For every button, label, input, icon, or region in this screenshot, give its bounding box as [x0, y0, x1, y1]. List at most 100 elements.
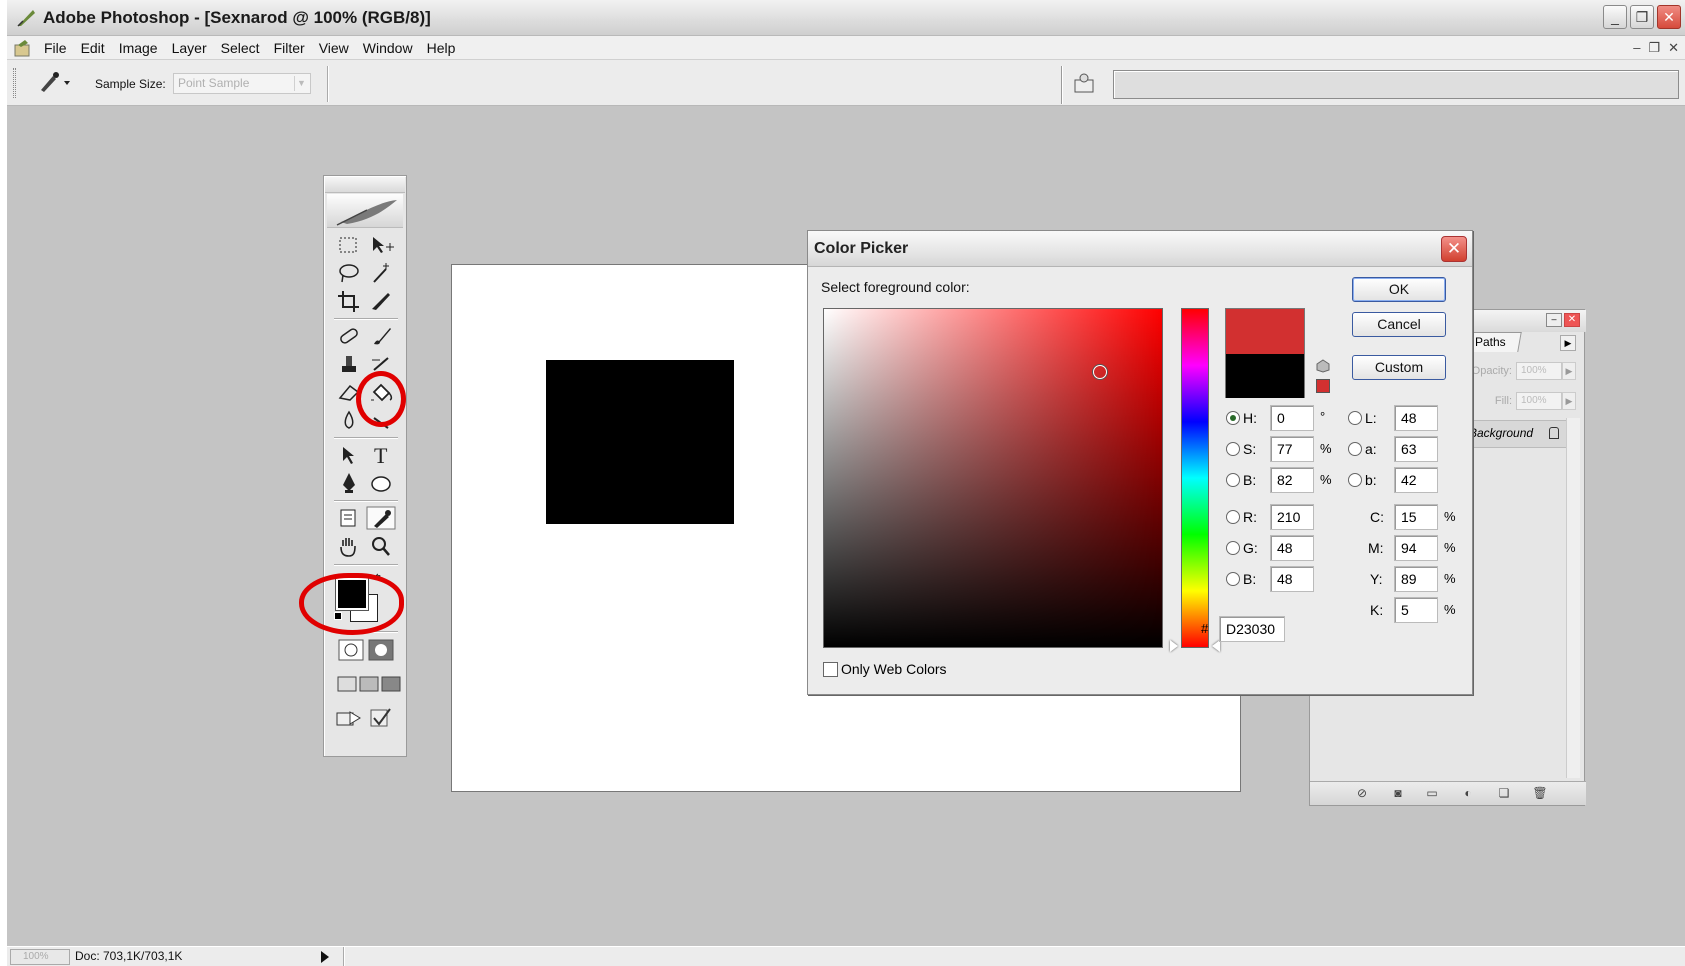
menu-image[interactable]: Image: [112, 40, 165, 56]
close-icon[interactable]: ✕: [1441, 236, 1467, 262]
opacity-field[interactable]: 100%: [1516, 362, 1562, 380]
color-field[interactable]: [823, 308, 1163, 648]
clone-stamp-icon[interactable]: [334, 352, 364, 376]
lasso-tool-icon[interactable]: [334, 261, 364, 285]
checkmark-icon[interactable]: [366, 706, 396, 730]
options-grip[interactable]: [13, 68, 16, 98]
cancel-button[interactable]: Cancel: [1352, 312, 1446, 337]
status-menu-arrow-icon[interactable]: [321, 951, 329, 963]
blue-radio[interactable]: [1226, 572, 1240, 586]
palette-well[interactable]: [1113, 70, 1679, 99]
menu-help[interactable]: Help: [420, 40, 463, 56]
photoshop-feather-icon[interactable]: [327, 194, 403, 228]
palette-minimize-button[interactable]: –: [1546, 313, 1562, 327]
notes-tool-icon[interactable]: [334, 506, 364, 530]
adjustment-layer-icon[interactable]: ◐: [1460, 786, 1476, 800]
zoom-tool-icon[interactable]: [366, 534, 396, 558]
menu-filter[interactable]: Filter: [267, 40, 312, 56]
menu-file[interactable]: File: [37, 40, 74, 56]
move-tool-icon[interactable]: [366, 233, 396, 257]
menu-select[interactable]: Select: [214, 40, 267, 56]
toolbox-titlebar[interactable]: [325, 177, 405, 193]
hand-tool-icon[interactable]: [334, 534, 364, 558]
lightness-radio[interactable]: [1348, 411, 1362, 425]
lab-a-field[interactable]: 63: [1394, 436, 1438, 462]
zoom-field[interactable]: 100%: [10, 949, 70, 965]
standard-screen-icon[interactable]: [332, 672, 357, 696]
blue-radio-row[interactable]: B:: [1226, 566, 1256, 592]
hue-field[interactable]: 0: [1270, 405, 1314, 431]
green-radio[interactable]: [1226, 541, 1240, 555]
jump-to-imageready-icon[interactable]: [334, 706, 364, 730]
chevron-right-icon[interactable]: ▶: [1562, 362, 1576, 380]
hex-field[interactable]: D23030: [1219, 616, 1285, 642]
menu-window[interactable]: Window: [356, 40, 420, 56]
lab-a-radio-row[interactable]: a:: [1348, 436, 1377, 462]
hue-slider[interactable]: [1181, 308, 1209, 648]
restore-button[interactable]: ❐: [1630, 5, 1654, 29]
palette-close-button[interactable]: ✕: [1564, 313, 1580, 327]
saturation-field[interactable]: 77: [1270, 436, 1314, 462]
new-group-icon[interactable]: ▭: [1424, 786, 1440, 800]
lab-b-radio-row[interactable]: b:: [1348, 467, 1377, 493]
menu-edit[interactable]: Edit: [74, 40, 112, 56]
hue-radio[interactable]: [1226, 411, 1240, 425]
saturation-radio[interactable]: [1226, 442, 1240, 456]
path-selection-icon[interactable]: [334, 443, 364, 467]
layers-scrollbar[interactable]: [1566, 418, 1580, 778]
minimize-button[interactable]: _: [1603, 5, 1627, 29]
green-field[interactable]: 48: [1270, 535, 1314, 561]
type-tool-icon[interactable]: T: [366, 443, 396, 468]
new-layer-icon[interactable]: ❏: [1496, 786, 1512, 800]
ok-button[interactable]: OK: [1352, 277, 1446, 302]
ellipse-tool-icon[interactable]: [366, 471, 396, 495]
green-radio-row[interactable]: G:: [1226, 535, 1258, 561]
crop-tool-icon[interactable]: [334, 289, 364, 313]
menu-layer[interactable]: Layer: [165, 40, 214, 56]
custom-button[interactable]: Custom: [1352, 355, 1446, 380]
document-icon[interactable]: [13, 39, 33, 57]
trash-icon[interactable]: 🗑: [1532, 786, 1548, 800]
gamut-swatch[interactable]: [1316, 379, 1330, 393]
red-field[interactable]: 210: [1270, 504, 1314, 530]
magenta-field[interactable]: 94: [1394, 535, 1438, 561]
brightness-radio-row[interactable]: B:: [1226, 467, 1256, 493]
tab-paths[interactable]: Paths: [1466, 332, 1522, 352]
layer-style-icon[interactable]: ⊘: [1354, 786, 1370, 800]
lab-a-radio[interactable]: [1348, 442, 1362, 456]
layer-row-background[interactable]: Background: [1460, 420, 1568, 448]
eyedropper-tool-icon[interactable]: [366, 506, 396, 530]
only-web-colors-checkbox[interactable]: Only Web Colors: [823, 661, 947, 677]
yellow-field[interactable]: 89: [1394, 566, 1438, 592]
lab-b-radio[interactable]: [1348, 473, 1362, 487]
menu-view[interactable]: View: [312, 40, 356, 56]
saturation-radio-row[interactable]: S:: [1226, 436, 1256, 462]
color-field-marker[interactable]: [1093, 365, 1107, 379]
eyedropper-preset-icon[interactable]: [33, 70, 73, 94]
lab-l-field[interactable]: 48: [1394, 405, 1438, 431]
palette-menu-arrow-icon[interactable]: ▶: [1560, 335, 1576, 351]
current-color-swatch[interactable]: [1226, 354, 1304, 398]
healing-brush-icon[interactable]: [334, 324, 364, 348]
slice-tool-icon[interactable]: [366, 289, 396, 313]
fill-field[interactable]: 100%: [1516, 392, 1562, 410]
lab-b-field[interactable]: 42: [1394, 467, 1438, 493]
quick-mask-icon[interactable]: [366, 638, 396, 662]
brightness-radio[interactable]: [1226, 473, 1240, 487]
standard-mode-icon[interactable]: [336, 638, 366, 662]
red-radio-row[interactable]: R:: [1226, 504, 1257, 530]
file-browser-icon[interactable]: [1071, 70, 1099, 96]
sample-size-select[interactable]: Point Sample ▼: [173, 73, 311, 94]
close-button[interactable]: ✕: [1657, 5, 1681, 29]
gamut-warning-icon[interactable]: [1316, 359, 1330, 373]
lightness-radio-row[interactable]: L:: [1348, 405, 1377, 431]
doc-close-button[interactable]: ✕: [1668, 40, 1679, 56]
dialog-titlebar[interactable]: Color Picker ✕: [808, 231, 1472, 267]
cyan-field[interactable]: 15: [1394, 504, 1438, 530]
web-colors-checkbox-box[interactable]: [823, 661, 838, 677]
chevron-right-icon[interactable]: ▶: [1562, 392, 1576, 410]
blue-field[interactable]: 48: [1270, 566, 1314, 592]
full-screen-menu-icon[interactable]: [354, 672, 379, 696]
doc-restore-button[interactable]: ❐: [1648, 40, 1660, 56]
pen-tool-icon[interactable]: [334, 471, 364, 495]
